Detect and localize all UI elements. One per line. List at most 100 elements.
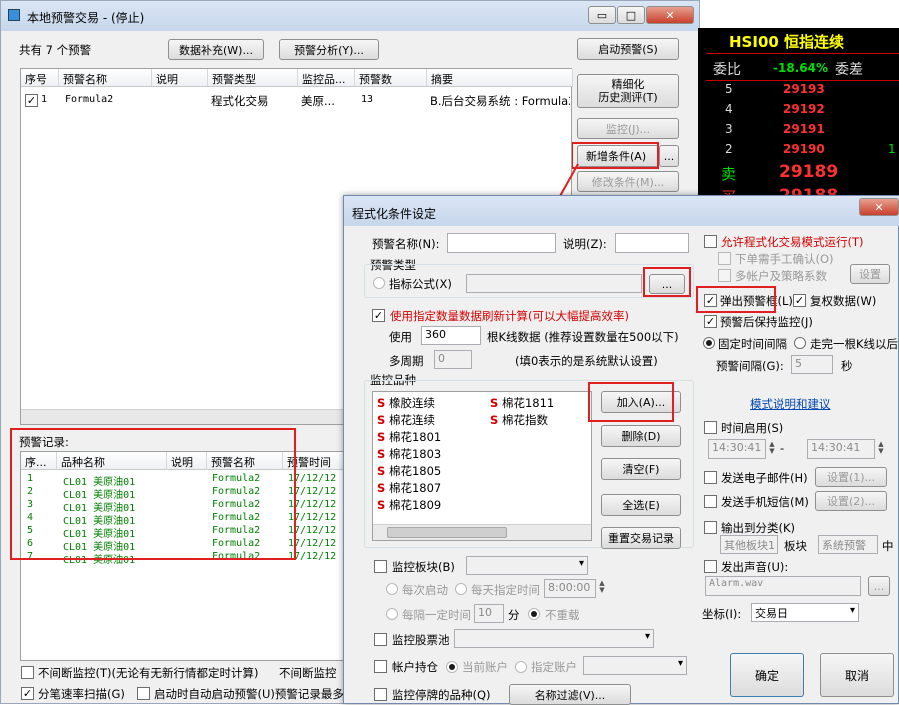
time-enable-checkbox[interactable]: [704, 421, 717, 434]
sound-file-input[interactable]: Alarm.wav: [705, 576, 861, 596]
list-item[interactable]: S 棉花1807: [377, 480, 441, 496]
app-icon: [8, 9, 20, 21]
stock-pool-select[interactable]: [454, 629, 654, 648]
sound-browse-button[interactable]: ...: [868, 576, 890, 596]
continuous-monitor-checkbox[interactable]: [21, 666, 34, 679]
multi-acct-checkbox[interactable]: [718, 269, 731, 282]
model-link[interactable]: 模式说明和建议: [750, 396, 831, 412]
supplement-data-button[interactable]: 数据补充(W)...: [168, 39, 264, 60]
ask-row-2: 2 29190 1: [705, 142, 896, 162]
spec-account-radio[interactable]: [515, 661, 527, 673]
board-select[interactable]: [466, 556, 588, 575]
email-label: 发送电子邮件(H): [721, 471, 808, 485]
close-button[interactable]: ✕: [646, 6, 694, 24]
dialog-titlebar[interactable]: 程式化条件设定 ✕: [344, 196, 899, 226]
fixed-interval-radio[interactable]: [703, 337, 715, 349]
ok-button[interactable]: 确定: [730, 653, 804, 697]
delete-button[interactable]: 删除(D): [601, 425, 681, 447]
every-interval-radio[interactable]: [386, 608, 398, 620]
maximize-button[interactable]: □: [617, 6, 645, 24]
every-start-radio[interactable]: [386, 583, 398, 595]
coord-select[interactable]: 交易日: [751, 603, 859, 622]
sound-checkbox[interactable]: [704, 560, 717, 573]
time-from-input[interactable]: 14:30:41: [708, 439, 766, 459]
symbol-list[interactable]: S 橡胶连续 S 棉花连续 S 棉花1801 S 棉花1803 S 棉花1805…: [372, 391, 592, 541]
add-condition-more-button[interactable]: ...: [659, 145, 679, 167]
symbol-list-hscrollbar[interactable]: [373, 524, 591, 540]
output-cat-checkbox[interactable]: [704, 521, 717, 534]
cancel-button[interactable]: 取消: [820, 653, 894, 697]
account-select[interactable]: [583, 656, 687, 675]
minimize-button[interactable]: ▭: [588, 6, 616, 24]
sms-setting-button[interactable]: 设置(2)...: [815, 491, 887, 511]
list-item[interactable]: S 棉花指数: [490, 412, 548, 428]
col-desc[interactable]: 说明: [152, 69, 208, 87]
other-board-input[interactable]: 其他板块1: [720, 535, 778, 554]
indicator-radio[interactable]: [373, 277, 385, 289]
manual-confirm-checkbox[interactable]: [718, 252, 731, 265]
daily-time-input[interactable]: 8:00:00: [544, 579, 596, 598]
s-mark: S: [490, 396, 499, 410]
list-item[interactable]: S 棉花1811: [490, 395, 554, 411]
use-count-checkbox[interactable]: ✓: [372, 309, 385, 322]
list-item[interactable]: S 橡胶连续: [377, 395, 435, 411]
time-to-spin[interactable]: ▲ ▼: [875, 441, 887, 455]
multi-acct-setting-button[interactable]: 设置: [850, 264, 890, 284]
sys-alert-input[interactable]: 系统预警: [818, 535, 878, 554]
main-titlebar[interactable]: 本地预警交易 - (停止) ▭ □ ✕: [1, 1, 699, 31]
monitor-board-checkbox[interactable]: [374, 560, 387, 573]
select-all-button[interactable]: 全选(E): [601, 494, 681, 516]
stock-pool-checkbox[interactable]: [374, 633, 387, 646]
email-setting-button[interactable]: 设置(1)...: [815, 467, 887, 487]
reauth-checkbox[interactable]: ✓: [793, 294, 806, 307]
indicator-input[interactable]: [466, 274, 642, 293]
after-bar-radio[interactable]: [794, 337, 806, 349]
sms-checkbox[interactable]: [704, 495, 717, 508]
list-item[interactable]: S 棉花1809: [377, 497, 441, 513]
list-item[interactable]: S 棉花连续: [377, 412, 435, 428]
account-pos-checkbox[interactable]: [374, 660, 387, 673]
row-checkbox[interactable]: ✓: [25, 94, 38, 107]
daily-time-radio[interactable]: [455, 583, 467, 595]
time-sep: -: [780, 441, 785, 455]
list-item[interactable]: S 棉花1801: [377, 429, 441, 445]
alert-name-input[interactable]: [447, 233, 556, 253]
halt-checkbox[interactable]: [374, 688, 387, 701]
clear-button[interactable]: 清空(F): [601, 458, 681, 480]
allow-prog-label: 允许程式化交易模式运行(T): [721, 235, 864, 249]
bars-input[interactable]: 360: [421, 326, 481, 345]
col-summary[interactable]: 摘要: [427, 69, 573, 87]
start-alert-button[interactable]: 启动预警(S): [577, 38, 679, 60]
alert-interval-input[interactable]: 5: [791, 355, 833, 374]
daily-spin[interactable]: ▲ ▼: [596, 580, 608, 594]
time-to-input[interactable]: 14:30:41: [807, 439, 875, 459]
reset-trade-button[interactable]: 重置交易记录: [601, 527, 681, 549]
email-checkbox[interactable]: [704, 471, 717, 484]
dialog-close-button[interactable]: ✕: [859, 198, 899, 216]
keep-monitor-checkbox[interactable]: ✓: [704, 315, 717, 328]
allow-prog-checkbox[interactable]: [704, 235, 717, 248]
monitor-button[interactable]: 监控(J)...: [577, 118, 679, 139]
no-repeat-radio[interactable]: [528, 608, 540, 620]
time-from-spin[interactable]: ▲ ▼: [766, 441, 778, 455]
refine-test-button[interactable]: 精细化 历史测评(T): [577, 74, 679, 108]
interval-input[interactable]: 10: [474, 604, 504, 623]
cur-account-radio[interactable]: [446, 661, 458, 673]
desc-input[interactable]: [615, 233, 689, 253]
alert-analysis-button[interactable]: 预警分析(Y)...: [279, 39, 379, 60]
tick-scan-label: 分笔速率扫描(G): [38, 687, 125, 701]
list-item[interactable]: S 棉花1805: [377, 463, 441, 479]
col-name[interactable]: 预警名称: [59, 69, 152, 87]
edit-condition-button[interactable]: 修改条件(M)...: [577, 171, 679, 192]
list-item[interactable]: S 棉花1803: [377, 446, 441, 462]
name-filter-button[interactable]: 名称过滤(V)...: [509, 684, 631, 705]
multi-period-input[interactable]: 0: [434, 350, 472, 369]
col-count[interactable]: 预警数: [355, 69, 427, 87]
autostart-checkbox[interactable]: [137, 687, 150, 700]
col-type[interactable]: 预警类型: [208, 69, 298, 87]
col-no[interactable]: 序号: [21, 69, 59, 87]
scroll-thumb[interactable]: [387, 527, 507, 538]
col-monitor[interactable]: 监控品...: [298, 69, 355, 87]
tick-scan-checkbox[interactable]: ✓: [21, 687, 34, 700]
table-row[interactable]: ✓ 1 Formula2 程式化交易 美原... 13 B.后台交易系统 : F…: [21, 91, 571, 109]
